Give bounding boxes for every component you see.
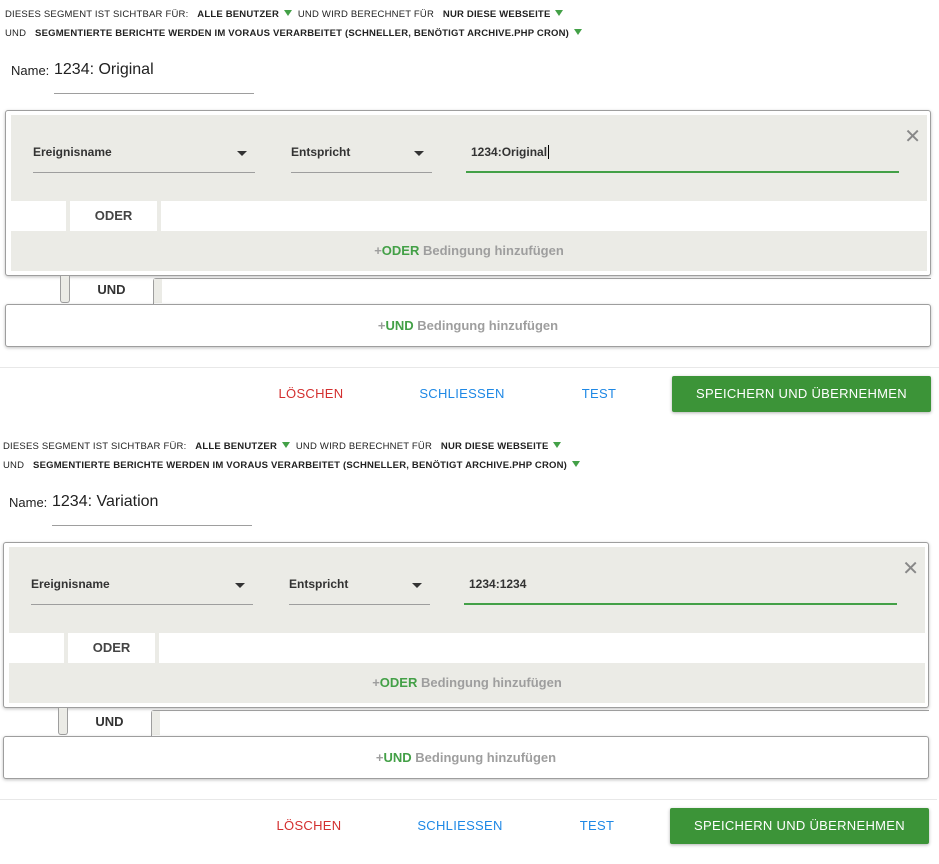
operator-value: Entspricht [289, 577, 349, 591]
test-button[interactable]: TEST [570, 376, 628, 412]
processing-prefix: UND [3, 460, 25, 471]
processing-line: UND SEGMENTIERTE BERICHTE WERDEN IM VORA… [3, 460, 583, 471]
delete-button[interactable]: LÖSCHEN [260, 376, 362, 412]
or-condition-block: Ereignisname Entspricht 1234:1234 ✕ ODER… [3, 542, 929, 708]
dimension-select[interactable]: Ereignisname [31, 567, 253, 605]
caret-down-icon[interactable] [284, 10, 293, 16]
and-label: UND [97, 282, 126, 297]
and-separator: UND [0, 708, 937, 738]
condition-row: Ereignisname Entspricht 1234:1234 ✕ [9, 547, 925, 633]
add-and-keyword: UND [385, 318, 414, 333]
operator-value: Entspricht [291, 145, 351, 159]
test-button[interactable]: TEST [568, 808, 626, 844]
computed-prefix: UND WIRD BERECHNET FÜR [295, 441, 433, 452]
add-and-keyword: UND [383, 750, 412, 765]
or-label: ODER [70, 201, 157, 231]
condition-value: 1234:1234 [469, 577, 527, 591]
delete-button[interactable]: LÖSCHEN [258, 808, 360, 844]
and-tab-left [58, 708, 68, 735]
visibility-select[interactable]: ALLE BENUTZER [195, 441, 277, 452]
add-or-condition-button[interactable]: +ODER Bedingung hinzufügen [11, 231, 927, 271]
name-label: Name: [9, 495, 48, 510]
divider [0, 367, 939, 368]
operator-select[interactable]: Entspricht [291, 135, 432, 173]
visibility-line: DIESES SEGMENT IST SICHTBAR FÜR: ALLE BE… [5, 9, 566, 20]
or-tab: ODER [66, 201, 161, 231]
add-and-text: Bedingung hinzufügen [411, 750, 557, 765]
and-separator: UND [0, 276, 939, 306]
name-input-underline [54, 93, 254, 94]
close-button[interactable]: SCHLIESSEN [412, 376, 512, 412]
add-and-condition-button[interactable]: +UND Bedingung hinzufügen [3, 736, 929, 779]
close-button[interactable]: SCHLIESSEN [410, 808, 510, 844]
processing-line: UND SEGMENTIERTE BERICHTE WERDEN IM VORA… [5, 28, 585, 39]
add-or-keyword: ODER [381, 243, 420, 258]
processing-select[interactable]: SEGMENTIERTE BERICHTE WERDEN IM VORAUS V… [35, 28, 569, 39]
computed-select[interactable]: NUR DIESE WEBSEITE [443, 9, 551, 20]
visibility-prefix: DIESES SEGMENT IST SICHTBAR FÜR: [5, 9, 189, 20]
or-separator: ODER [6, 201, 930, 231]
or-condition-block: Ereignisname Entspricht 1234:Original ✕ … [5, 110, 931, 276]
condition-value-input[interactable]: 1234:1234 [464, 567, 897, 605]
processing-select[interactable]: SEGMENTIERTE BERICHTE WERDEN IM VORAUS V… [33, 460, 567, 471]
caret-down-icon [237, 151, 247, 156]
segment-name-input[interactable]: 1234: Variation [52, 493, 158, 511]
condition-value: 1234:Original [471, 145, 548, 159]
dimension-select[interactable]: Ereignisname [33, 135, 255, 173]
dimension-value: Ereignisname [33, 145, 112, 159]
add-and-text: Bedingung hinzufügen [413, 318, 559, 333]
segment-name-input[interactable]: 1234: Original [54, 61, 154, 79]
caret-down-icon[interactable] [555, 10, 564, 16]
plus-sign: + [372, 675, 380, 690]
add-or-keyword: ODER [379, 675, 418, 690]
and-label: UND [95, 714, 124, 729]
operator-select[interactable]: Entspricht [289, 567, 430, 605]
caret-down-icon [412, 583, 422, 588]
name-label: Name: [11, 63, 50, 78]
or-tab: ODER [64, 633, 159, 663]
caret-down-icon[interactable] [572, 461, 581, 467]
save-apply-button[interactable]: SPEICHERN UND ÜBERNEHMEN [672, 376, 931, 412]
caret-down-icon[interactable] [574, 29, 583, 35]
caret-down-icon[interactable] [282, 442, 291, 448]
divider [0, 799, 937, 800]
and-tab-left [60, 276, 70, 303]
caret-down-icon[interactable] [553, 442, 562, 448]
computed-prefix: UND WIRD BERECHNET FÜR [297, 9, 435, 20]
processing-prefix: UND [5, 28, 27, 39]
visibility-prefix: DIESES SEGMENT IST SICHTBAR FÜR: [3, 441, 187, 452]
dimension-value: Ereignisname [31, 577, 110, 591]
close-icon[interactable]: ✕ [904, 127, 921, 147]
visibility-line: DIESES SEGMENT IST SICHTBAR FÜR: ALLE BE… [3, 441, 564, 452]
or-separator: ODER [4, 633, 928, 663]
add-or-text: Bedingung hinzufügen [419, 243, 564, 258]
and-tab-right [153, 278, 931, 304]
caret-down-icon [235, 583, 245, 588]
add-or-condition-button[interactable]: +ODER Bedingung hinzufügen [9, 663, 925, 703]
visibility-select[interactable]: ALLE BENUTZER [197, 9, 279, 20]
close-icon[interactable]: ✕ [902, 559, 919, 579]
condition-row: Ereignisname Entspricht 1234:Original ✕ [11, 115, 927, 201]
computed-select[interactable]: NUR DIESE WEBSEITE [441, 441, 549, 452]
plus-sign: + [377, 318, 386, 333]
name-input-underline [52, 525, 252, 526]
caret-down-icon [414, 151, 424, 156]
segment-editor-original: DIESES SEGMENT IST SICHTBAR FÜR: ALLE BE… [0, 0, 939, 432]
condition-value-input[interactable]: 1234:Original [466, 135, 899, 173]
plus-sign: + [375, 750, 384, 765]
add-and-condition-button[interactable]: +UND Bedingung hinzufügen [5, 304, 931, 347]
or-label: ODER [68, 633, 155, 663]
and-tab-right [151, 710, 929, 736]
save-apply-button[interactable]: SPEICHERN UND ÜBERNEHMEN [670, 808, 929, 844]
add-or-text: Bedingung hinzufügen [417, 675, 562, 690]
plus-sign: + [374, 243, 382, 258]
segment-editor-variation: DIESES SEGMENT IST SICHTBAR FÜR: ALLE BE… [0, 432, 937, 864]
